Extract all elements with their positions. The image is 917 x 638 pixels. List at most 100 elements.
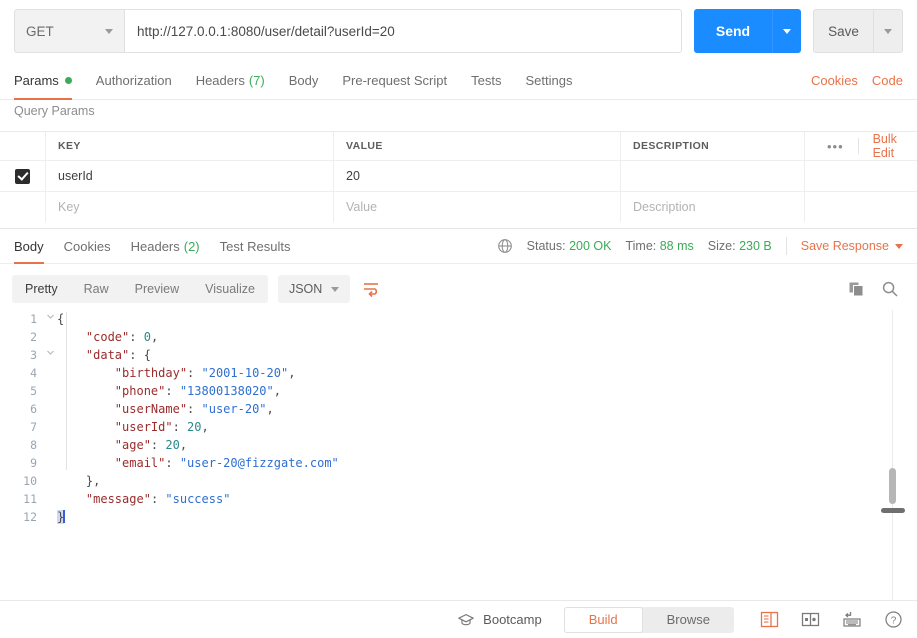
response-format-selector[interactable]: JSON — [278, 275, 350, 303]
code-text: "message": "success" — [57, 492, 230, 506]
vertical-scrollbar-thumb[interactable] — [889, 468, 896, 504]
time-value: 88 ms — [660, 239, 694, 253]
code-line: 11 "message": "success" — [0, 490, 917, 508]
copy-icon[interactable] — [848, 281, 865, 298]
response-tab-headers-label: Headers — [131, 239, 180, 254]
search-icon[interactable] — [881, 280, 899, 298]
save-button-group: Save — [813, 9, 903, 53]
view-mode-preview[interactable]: Preview — [122, 275, 192, 303]
row-checkbox-cell — [0, 161, 46, 191]
fold-toggle-icon[interactable] — [44, 310, 57, 328]
line-number: 7 — [0, 420, 44, 434]
code-text: { — [57, 312, 64, 326]
tab-body-label: Body — [289, 73, 319, 88]
http-method-selector[interactable]: GET — [14, 9, 124, 53]
code-text: "birthday": "2001-10-20", — [57, 366, 295, 380]
fold-toggle-icon[interactable] — [44, 346, 57, 364]
line-number: 12 — [0, 510, 44, 524]
bootcamp-button[interactable]: Bootcamp — [457, 611, 542, 629]
response-tab-test-results-label: Test Results — [220, 239, 291, 254]
toggle-build[interactable]: Build — [564, 607, 643, 633]
code-line: 6 "userName": "user-20", — [0, 400, 917, 418]
size-group: Size: 230 B — [708, 239, 772, 253]
toggle-browse[interactable]: Browse — [643, 607, 734, 633]
table-row-empty: Key Value Description — [0, 191, 917, 222]
tab-tests[interactable]: Tests — [471, 62, 501, 100]
code-line: 2 "code": 0, — [0, 328, 917, 346]
line-number: 4 — [0, 366, 44, 380]
code-text: "phone": "13800138020", — [57, 384, 281, 398]
tab-authorization[interactable]: Authorization — [96, 62, 172, 100]
code-line: 8 "age": 20, — [0, 436, 917, 454]
response-tab-headers-count: (2) — [184, 239, 200, 254]
code-link[interactable]: Code — [872, 73, 903, 88]
request-tab-links: Cookies Code — [811, 73, 903, 88]
response-body-code[interactable]: 1{2 "code": 0,3 "data": { 4 "birthday": "… — [0, 310, 917, 600]
tab-params[interactable]: Params — [14, 62, 72, 100]
chevron-down-icon — [331, 287, 339, 292]
save-response-button[interactable]: Save Response — [801, 239, 903, 253]
split-pane-icon[interactable] — [801, 610, 820, 629]
bulk-edit-button[interactable]: Bulk Edit — [873, 132, 917, 160]
graduation-cap-icon — [457, 611, 475, 629]
horizontal-scrollbar-thumb[interactable] — [881, 508, 905, 513]
chevron-down-icon — [783, 29, 791, 34]
status-group: Status: 200 OK — [527, 239, 612, 253]
view-mode-pretty[interactable]: Pretty — [12, 275, 71, 303]
code-text: "code": 0, — [57, 330, 158, 344]
response-tab-cookies[interactable]: Cookies — [64, 228, 111, 264]
code-text: "age": 20, — [57, 438, 187, 452]
unsaved-dot-icon — [65, 77, 72, 84]
cookies-link[interactable]: Cookies — [811, 73, 858, 88]
code-line: 1{ — [0, 310, 917, 328]
url-input[interactable]: http://127.0.0.1:8080/user/detail?userId… — [124, 9, 682, 53]
url-value: http://127.0.0.1:8080/user/detail?userId… — [137, 24, 395, 39]
response-body-actions — [848, 280, 905, 298]
tab-headers[interactable]: Headers (7) — [196, 62, 265, 100]
tab-params-label: Params — [14, 73, 59, 88]
keyboard-shortcuts-icon[interactable] — [842, 610, 862, 629]
new-description-input[interactable]: Description — [621, 192, 805, 222]
chevron-down-icon — [895, 244, 903, 249]
time-group: Time: 88 ms — [625, 239, 693, 253]
view-mode-visualize[interactable]: Visualize — [192, 275, 268, 303]
tab-settings[interactable]: Settings — [525, 62, 572, 100]
save-options-button[interactable] — [873, 9, 903, 53]
header-description: DESCRIPTION — [621, 132, 805, 160]
response-tab-test-results[interactable]: Test Results — [220, 228, 291, 264]
send-button[interactable]: Send — [694, 9, 772, 53]
header-checkbox-cell — [0, 132, 46, 160]
view-mode-raw[interactable]: Raw — [71, 275, 122, 303]
size-label: Size: — [708, 239, 736, 253]
line-number: 9 — [0, 456, 44, 470]
more-options-icon[interactable]: ••• — [827, 140, 844, 153]
new-value-input[interactable]: Value — [334, 192, 621, 222]
globe-icon[interactable] — [497, 238, 513, 254]
row-key-input[interactable]: userId — [46, 161, 334, 191]
code-line: 9 "email": "user-20@fizzgate.com" — [0, 454, 917, 472]
line-number: 10 — [0, 474, 44, 488]
vertical-scrollbar-track[interactable] — [892, 310, 893, 600]
tab-pre-request-script[interactable]: Pre-request Script — [342, 62, 447, 100]
send-button-group: Send — [694, 9, 801, 53]
chevron-down-icon — [884, 29, 892, 34]
row-enabled-checkbox[interactable] — [15, 169, 30, 184]
word-wrap-button[interactable] — [360, 278, 382, 300]
code-line: 3 "data": { — [0, 346, 917, 364]
response-tab-body[interactable]: Body — [14, 228, 44, 264]
two-pane-view-icon[interactable] — [760, 610, 779, 629]
new-key-placeholder: Key — [58, 200, 80, 214]
send-options-button[interactable] — [772, 9, 801, 53]
row-value-value: 20 — [346, 169, 360, 183]
query-params-title: Query Params — [14, 104, 95, 118]
save-button[interactable]: Save — [813, 9, 873, 53]
response-tab-headers[interactable]: Headers (2) — [131, 228, 200, 264]
new-key-input[interactable]: Key — [46, 192, 334, 222]
request-tab-bar: Params Authorization Headers (7) Body Pr… — [0, 62, 917, 100]
tab-body[interactable]: Body — [289, 62, 319, 100]
svg-text:?: ? — [891, 615, 897, 626]
help-icon[interactable]: ? — [884, 610, 903, 629]
row-value-input[interactable]: 20 — [334, 161, 621, 191]
row-description-input[interactable] — [621, 161, 805, 191]
request-url-bar: GET http://127.0.0.1:8080/user/detail?us… — [0, 0, 917, 62]
